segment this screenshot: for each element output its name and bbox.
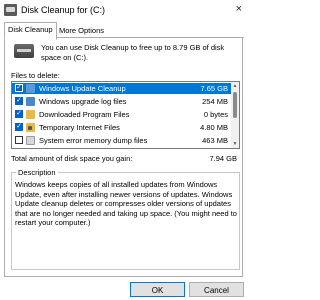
list-item[interactable]: ✓ Downloaded Program Files 0 bytes (12, 109, 232, 120)
file-size: 463 MB (202, 136, 228, 145)
cancel-button[interactable]: Cancel (189, 282, 244, 297)
intro-text: You can use Disk Cleanup to free up to 8… (41, 43, 225, 62)
description-title: Description (16, 168, 58, 177)
description-text: Windows keeps copies of all installed up… (15, 180, 237, 227)
checkbox[interactable]: ✓ (15, 97, 23, 105)
checkbox[interactable]: ✓ (15, 84, 23, 92)
total-label: Total amount of disk space you gain: (11, 154, 133, 163)
drive-icon (14, 44, 34, 58)
close-icon[interactable]: × (236, 3, 242, 15)
window-title: Disk Cleanup for (C:) (21, 5, 106, 15)
file-name: Downloaded Program Files (39, 110, 130, 119)
file-name: Windows Update Cleanup (39, 84, 126, 93)
file-name: Temporary Internet Files (39, 123, 120, 132)
log-icon (26, 97, 35, 106)
ok-button[interactable]: OK (130, 282, 185, 297)
list-item[interactable]: ✓ Windows upgrade log files 254 MB (12, 96, 232, 107)
files-to-delete-label: Files to delete: (11, 71, 60, 80)
scroll-thumb[interactable] (233, 92, 237, 118)
scroll-up-icon[interactable]: ▲ (231, 82, 239, 90)
folder-icon (26, 110, 35, 119)
total-value: 7.94 GB (209, 154, 237, 163)
file-name: Windows upgrade log files (39, 97, 127, 106)
vertical-scrollbar[interactable]: ▲ ▼ (231, 82, 239, 148)
tab-more-options[interactable]: More Options (56, 24, 107, 37)
disk-cleanup-icon (4, 4, 17, 16)
file-name: System error memory dump files (39, 136, 148, 145)
list-item[interactable]: ✓ Windows Update Cleanup 7.65 GB (12, 83, 232, 94)
file-size: 7.65 GB (200, 84, 228, 93)
lock-folder-icon (26, 123, 35, 132)
tab-disk-cleanup[interactable]: Disk Cleanup (4, 22, 57, 40)
file-size: 0 bytes (203, 110, 228, 119)
checkbox[interactable]: ✓ (15, 123, 23, 131)
update-icon (26, 84, 35, 93)
file-size: 254 MB (202, 97, 228, 106)
dump-file-icon (26, 136, 35, 145)
title-bar: Disk Cleanup for (C:) × (0, 0, 248, 22)
files-list[interactable]: ✓ Windows Update Cleanup 7.65 GB ✓ Windo… (11, 81, 240, 149)
scroll-down-icon[interactable]: ▼ (231, 140, 239, 148)
checkbox[interactable]: ✓ (15, 110, 23, 118)
list-item[interactable]: System error memory dump files 463 MB (12, 135, 232, 146)
list-item[interactable]: ✓ Temporary Internet Files 4.80 MB (12, 122, 232, 133)
checkbox[interactable] (15, 136, 23, 144)
file-size: 4.80 MB (200, 123, 228, 132)
